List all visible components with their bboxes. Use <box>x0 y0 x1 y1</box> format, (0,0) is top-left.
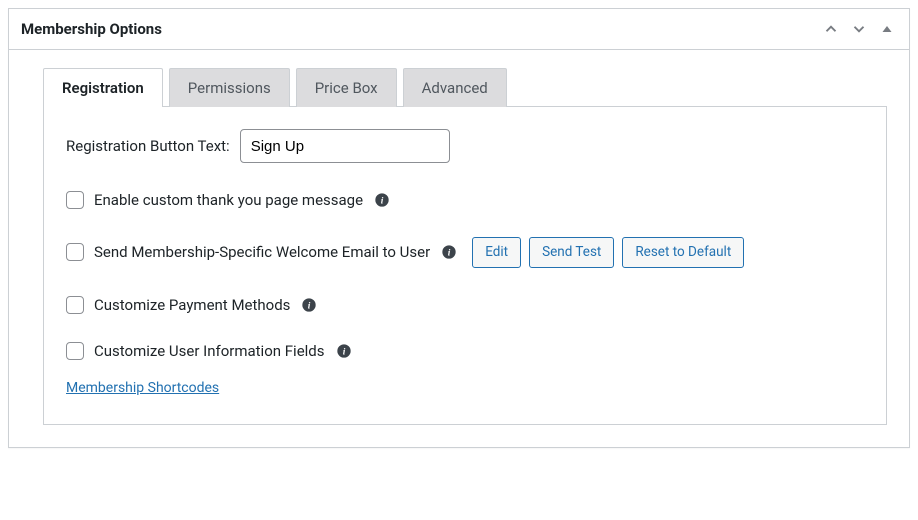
tab-permissions[interactable]: Permissions <box>169 68 290 107</box>
registration-button-text-input[interactable] <box>240 129 450 163</box>
registration-button-text-label: Registration Button Text: <box>66 137 230 155</box>
metabox-body: Registration Permissions Price Box Advan… <box>9 50 909 447</box>
thank-you-page-label: Enable custom thank you page message <box>94 191 363 209</box>
info-icon[interactable]: i <box>373 191 391 209</box>
user-info-fields-checkbox[interactable] <box>66 342 84 360</box>
user-info-fields-row: Customize User Information Fields i <box>66 342 864 360</box>
user-info-fields-label: Customize User Information Fields <box>94 342 325 360</box>
thank-you-page-checkbox[interactable] <box>66 191 84 209</box>
welcome-email-row: Send Membership-Specific Welcome Email t… <box>66 237 864 268</box>
tab-advanced[interactable]: Advanced <box>403 68 507 107</box>
send-test-button[interactable]: Send Test <box>529 237 614 268</box>
info-icon[interactable]: i <box>440 243 458 261</box>
membership-options-metabox: Membership Options Registration Permissi… <box>8 8 910 448</box>
payment-methods-row: Customize Payment Methods i <box>66 296 864 314</box>
svg-text:i: i <box>342 347 345 357</box>
registration-button-text-row: Registration Button Text: <box>66 129 864 163</box>
move-up-icon[interactable] <box>821 19 841 39</box>
info-icon[interactable]: i <box>300 296 318 314</box>
metabox-title: Membership Options <box>21 20 162 38</box>
info-icon[interactable]: i <box>335 342 353 360</box>
move-down-icon[interactable] <box>849 19 869 39</box>
membership-shortcodes-link[interactable]: Membership Shortcodes <box>66 380 219 396</box>
reset-button[interactable]: Reset to Default <box>622 237 744 268</box>
svg-text:i: i <box>448 249 451 259</box>
thank-you-page-row: Enable custom thank you page message i <box>66 191 864 209</box>
payment-methods-checkbox[interactable] <box>66 296 84 314</box>
toggle-panel-icon[interactable] <box>877 19 897 39</box>
metabox-actions <box>821 19 897 39</box>
tabs-nav: Registration Permissions Price Box Advan… <box>43 68 887 107</box>
tab-panel-registration: Registration Button Text: Enable custom … <box>43 106 887 425</box>
tab-registration[interactable]: Registration <box>43 68 163 107</box>
payment-methods-label: Customize Payment Methods <box>94 296 290 314</box>
metabox-header: Membership Options <box>9 9 909 50</box>
tab-price-box[interactable]: Price Box <box>296 68 397 107</box>
welcome-email-checkbox[interactable] <box>66 243 84 261</box>
svg-text:i: i <box>308 301 311 311</box>
svg-text:i: i <box>381 196 384 206</box>
welcome-email-buttons: Edit Send Test Reset to Default <box>472 237 744 268</box>
edit-button[interactable]: Edit <box>472 237 521 268</box>
welcome-email-label: Send Membership-Specific Welcome Email t… <box>94 243 430 261</box>
